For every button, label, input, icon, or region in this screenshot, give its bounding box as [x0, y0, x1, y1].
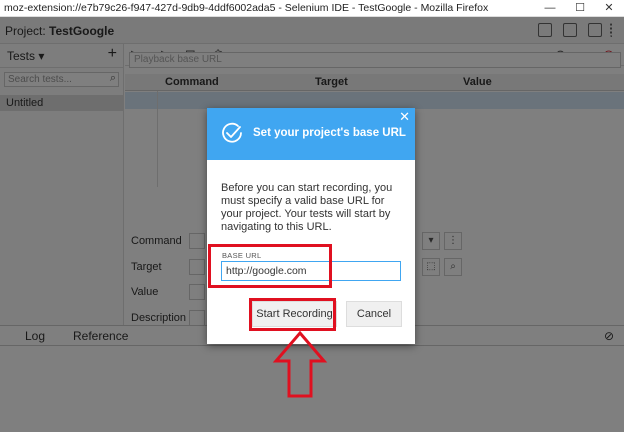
maximize-button[interactable]: ☐ — [565, 0, 595, 17]
up-arrow-icon — [272, 330, 328, 398]
dialog-description: Before you can start recording, you must… — [221, 182, 393, 233]
minimize-button[interactable]: — — [535, 0, 565, 17]
checkmark-icon — [222, 122, 242, 143]
base-url-highlight — [208, 244, 332, 288]
window-title: moz-extension://e7b79c26-f947-427d-9db9-… — [4, 2, 489, 14]
dialog-header: Set your project's base URL ✕ — [207, 108, 415, 160]
dialog-title: Set your project's base URL — [253, 127, 406, 139]
close-window-button[interactable]: ✕ — [594, 0, 624, 17]
start-recording-highlight — [249, 298, 336, 331]
dialog-close-button[interactable]: ✕ — [399, 109, 410, 125]
window-titlebar: moz-extension://e7b79c26-f947-427d-9db9-… — [0, 0, 624, 17]
cancel-button[interactable]: Cancel — [346, 301, 402, 327]
